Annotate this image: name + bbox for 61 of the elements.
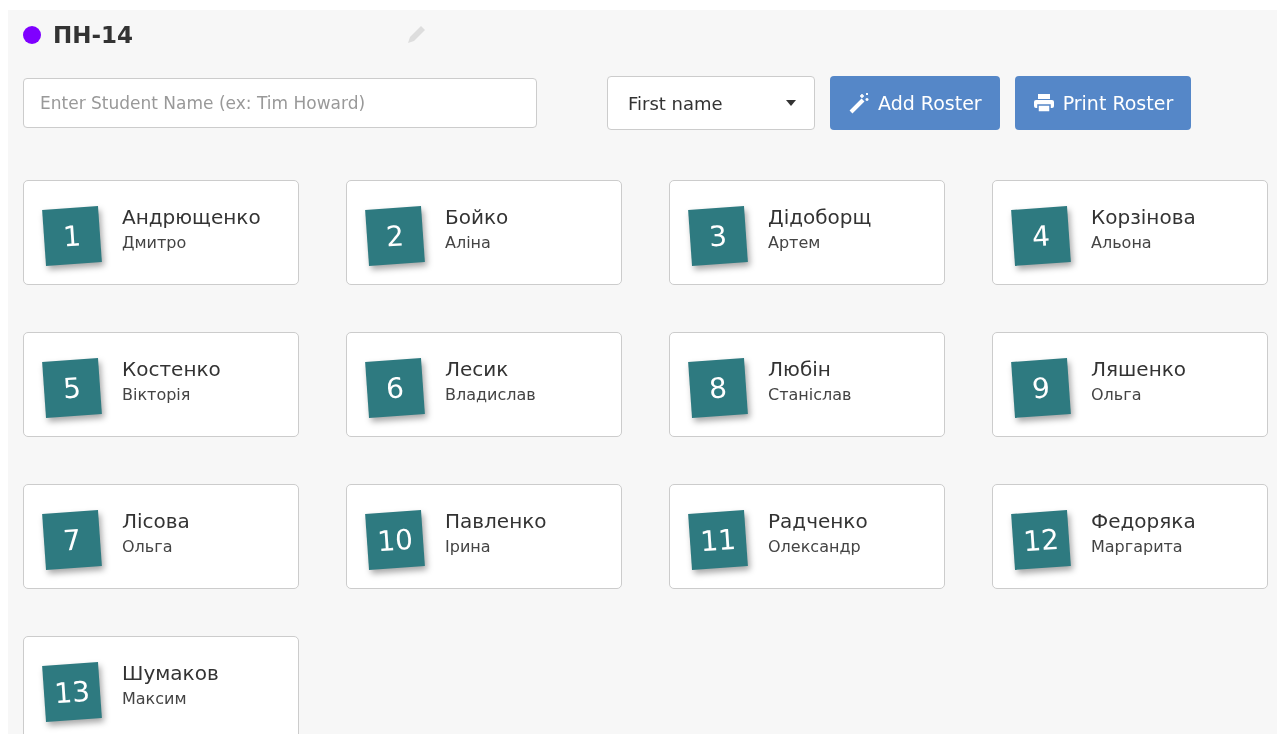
student-first-name: Альона — [1091, 233, 1153, 252]
student-card[interactable]: 7 Лісова Ольга — [23, 484, 299, 589]
student-last-name: Костенко — [122, 357, 221, 381]
student-first-name: Артем — [768, 233, 822, 252]
student-number: 3 — [688, 205, 748, 266]
print-roster-button[interactable]: Print Roster — [1014, 76, 1192, 130]
student-number: 6 — [365, 357, 425, 418]
student-number: 2 — [365, 205, 425, 266]
student-name-field[interactable]: Enter Student Name (ex: Tim Howard) — [23, 78, 537, 128]
student-first-name: Олександр — [768, 537, 862, 556]
student-number: 11 — [688, 509, 748, 570]
student-first-name: Аліна — [445, 233, 492, 252]
student-number: 1 — [42, 205, 102, 266]
group-title: ПН-14 — [53, 22, 135, 48]
student-card[interactable]: 8 Любін Станіслав — [669, 332, 945, 437]
student-first-name: Владислав — [445, 385, 536, 404]
student-last-name: Бойко — [445, 205, 509, 229]
student-card[interactable]: 5 Костенко Вікторія — [23, 332, 299, 437]
student-first-name: Максим — [122, 689, 188, 708]
student-number: 9 — [1011, 357, 1071, 418]
student-first-name: Маргарита — [1091, 537, 1184, 556]
student-last-name: Лісова — [122, 509, 190, 533]
student-last-name: Корзінова — [1091, 205, 1196, 229]
student-card[interactable]: 1 Андрющенко Дмитро — [23, 180, 299, 285]
student-card[interactable]: 10 Павленко Ірина — [346, 484, 622, 589]
student-number: 8 — [688, 357, 748, 418]
student-number: 10 — [365, 509, 425, 570]
student-card[interactable]: 12 Федоряка Маргарита — [992, 484, 1268, 589]
student-last-name: Шумаков — [122, 661, 219, 685]
student-first-name: Дмитро — [122, 233, 188, 252]
student-first-name: Станіслав — [768, 385, 852, 404]
student-card[interactable]: 11 Радченко Олександр — [669, 484, 945, 589]
student-last-name: Федоряка — [1091, 509, 1196, 533]
student-last-name: Дідоборщ — [768, 205, 872, 229]
sort-dropdown[interactable]: First name — [607, 76, 815, 130]
student-card[interactable]: 3 Дідоборщ Артем — [669, 180, 945, 285]
student-last-name: Любін — [768, 357, 832, 381]
student-last-name: Ляшенко — [1091, 357, 1187, 381]
student-number: 7 — [42, 509, 102, 570]
student-card[interactable]: 13 Шумаков Максим — [23, 636, 299, 734]
student-last-name: Лесик — [445, 357, 510, 381]
student-number: 13 — [42, 661, 102, 722]
student-number: 4 — [1011, 205, 1071, 266]
caret-icon — [786, 100, 796, 106]
student-card[interactable]: 4 Корзінова Альона — [992, 180, 1268, 285]
student-last-name: Радченко — [768, 509, 868, 533]
printer-icon — [1032, 93, 1055, 113]
student-first-name: Ольга — [1091, 385, 1143, 404]
add-roster-button[interactable]: Add Roster — [830, 76, 1000, 130]
student-first-name: Вікторія — [122, 385, 192, 404]
student-first-name: Ірина — [445, 537, 492, 556]
student-number: 12 — [1011, 509, 1071, 570]
student-last-name: Павленко — [445, 509, 547, 533]
student-card[interactable]: 2 Бойко Аліна — [346, 180, 622, 285]
student-first-name: Ольга — [122, 537, 174, 556]
student-number: 5 — [42, 357, 102, 418]
pencil-icon[interactable] — [405, 24, 427, 46]
student-last-name: Андрющенко — [122, 205, 261, 229]
student-card[interactable]: 6 Лесик Владислав — [346, 332, 622, 437]
student-card[interactable]: 9 Ляшенко Ольга — [992, 332, 1268, 437]
magic-wand-icon — [848, 92, 870, 114]
